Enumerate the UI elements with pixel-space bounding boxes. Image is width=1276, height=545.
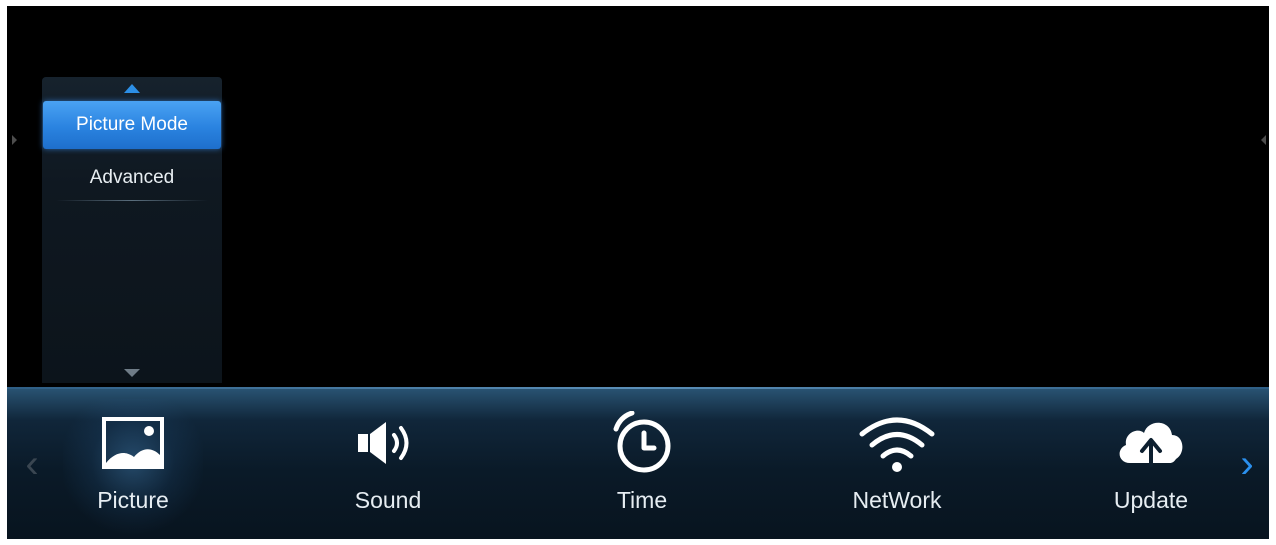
menu-divider xyxy=(56,200,208,201)
next-arrow-button[interactable]: › xyxy=(1236,442,1258,486)
tv-screen: Picture Mode Advanced ‹ Picture Sound Ti… xyxy=(7,6,1269,539)
menu-item-picture-mode[interactable]: Picture Mode xyxy=(43,101,221,149)
side-menu-panel: Picture Mode Advanced xyxy=(42,77,222,383)
cloud-upload-icon xyxy=(1111,411,1191,475)
chevron-right-icon: › xyxy=(1240,442,1254,486)
picture-icon xyxy=(93,411,173,475)
tab-label: Time xyxy=(616,487,668,513)
tab-label: Update xyxy=(1113,487,1189,513)
clock-icon xyxy=(602,411,682,475)
scroll-down-arrow-icon[interactable] xyxy=(124,369,140,377)
tab-update[interactable]: Update xyxy=(1061,405,1241,525)
tab-label: Picture xyxy=(97,487,169,513)
bar-top-line xyxy=(7,387,1269,389)
menu-item-advanced[interactable]: Advanced xyxy=(43,154,221,202)
chevron-left-icon: ‹ xyxy=(25,442,39,486)
tab-picture[interactable]: Picture xyxy=(43,399,223,539)
tab-sound[interactable]: Sound xyxy=(298,405,478,525)
speaker-icon xyxy=(348,411,428,475)
menu-item-label: Picture Mode xyxy=(76,114,188,135)
bottom-nav-bar: ‹ Picture Sound Time NetWork Update › xyxy=(7,387,1269,539)
tab-label: NetWork xyxy=(852,487,942,513)
scroll-up-arrow-icon[interactable] xyxy=(124,84,140,93)
wifi-icon xyxy=(857,411,937,475)
left-edge-marker xyxy=(12,135,17,145)
menu-item-label: Advanced xyxy=(89,167,175,188)
tab-network[interactable]: NetWork xyxy=(807,405,987,525)
prev-arrow-button[interactable]: ‹ xyxy=(21,442,43,486)
tab-time[interactable]: Time xyxy=(552,405,732,525)
right-edge-marker xyxy=(1261,135,1266,145)
tab-label: Sound xyxy=(354,487,422,513)
